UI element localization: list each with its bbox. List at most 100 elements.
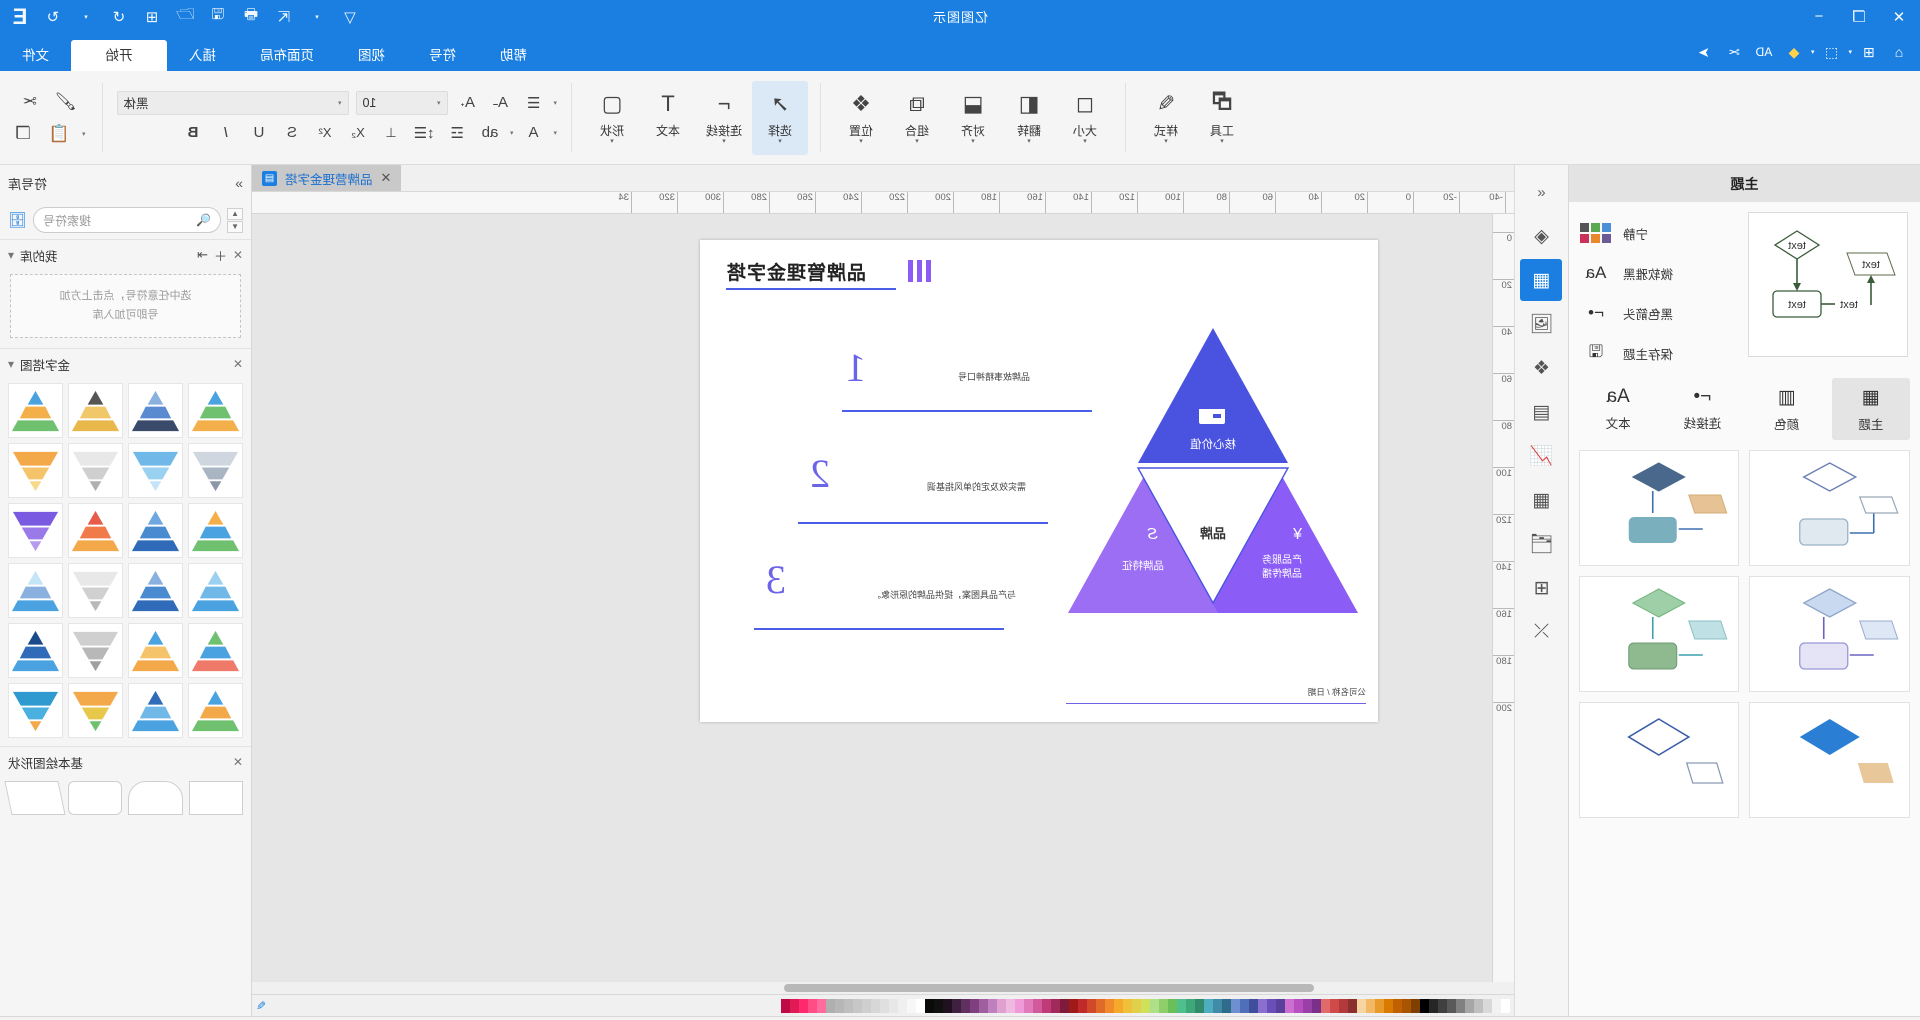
palette-swatch[interactable]	[1195, 998, 1204, 1013]
palette-swatch[interactable]	[925, 998, 934, 1013]
palette-swatch[interactable]	[916, 998, 925, 1013]
diagram-title[interactable]: 品牌管理金字塔	[726, 258, 866, 285]
pyramid-shape-item[interactable]	[8, 443, 63, 498]
palette-swatch[interactable]	[1501, 998, 1510, 1013]
palette-swatch[interactable]	[1105, 998, 1114, 1013]
strikethrough-button[interactable]: S	[279, 121, 305, 145]
canvas[interactable]: 品牌管理金字塔 核心价值 品牌 产品服务 品牌传播 品牌特征 ¥ S 1 品牌故…	[252, 214, 1492, 982]
font-family-input[interactable]: ▾ 黑体	[116, 90, 349, 115]
palette-swatch[interactable]	[826, 998, 835, 1013]
shape-preview-item[interactable]	[1579, 702, 1740, 818]
highlight-icon[interactable]: ab	[477, 121, 503, 145]
tab-start[interactable]: 开始	[71, 40, 167, 71]
theme-color-row[interactable]: 宁静	[1580, 220, 1738, 246]
palette-swatch[interactable]	[1456, 998, 1465, 1013]
palette-swatch[interactable]	[1177, 998, 1186, 1013]
pyramid-shape-item[interactable]	[68, 443, 123, 498]
ribbon-size-button[interactable]: ◻ 大小 ▾	[1057, 81, 1113, 155]
palette-swatch[interactable]	[1222, 998, 1231, 1013]
palette-swatch[interactable]	[1312, 998, 1321, 1013]
palette-swatch[interactable]	[1438, 998, 1447, 1013]
pointer-icon[interactable]: ⬚	[1818, 41, 1844, 63]
plus-icon[interactable]: ＋	[214, 246, 227, 265]
color-palette-strip[interactable]: ✎	[252, 994, 1514, 1016]
palette-swatch[interactable]	[1384, 998, 1393, 1013]
shape-preview-item[interactable]	[1749, 450, 1910, 566]
pyramid-shape-item[interactable]	[8, 623, 63, 678]
image-icon[interactable]: 🖼	[1521, 303, 1563, 345]
close-icon[interactable]: ✕	[233, 755, 243, 769]
pyramid-shape-item[interactable]	[188, 383, 243, 438]
palette-swatch[interactable]	[1015, 998, 1024, 1013]
palette-swatch[interactable]	[1078, 998, 1087, 1013]
basic-shape-item[interactable]	[68, 781, 123, 815]
shape-preview-item[interactable]	[1749, 576, 1910, 692]
left-tab-color[interactable]: ▥ 颜色	[1748, 378, 1826, 440]
palette-swatch[interactable]	[1159, 998, 1168, 1013]
open-icon[interactable]: 🗁	[173, 6, 197, 28]
paste-dropdown-icon[interactable]: ▾	[82, 130, 86, 138]
ribbon-flip-button[interactable]: ◧ 翻转 ▾	[1001, 81, 1057, 155]
cut-icon[interactable]: ✂	[17, 90, 43, 114]
ribbon-text-button[interactable]: T 本文	[640, 81, 696, 155]
tab-insert[interactable]: 插入	[167, 40, 238, 71]
scroll-up-icon[interactable]: ▲	[227, 207, 243, 220]
shape-preview-item[interactable]	[1579, 450, 1740, 566]
subscript-icon[interactable]: X₂	[345, 121, 371, 145]
basic-shape-item[interactable]	[4, 781, 66, 815]
pyramid-shape-item[interactable]	[68, 383, 123, 438]
chevron-down-icon[interactable]: ▾	[971, 138, 975, 145]
palette-swatch[interactable]	[1492, 998, 1501, 1013]
close-icon[interactable]: ✕	[233, 248, 243, 262]
left-tab-connector[interactable]: ⌐• 连接线	[1663, 378, 1741, 440]
increase-font-icon[interactable]: A˖	[455, 91, 481, 115]
pyramid-shape-item[interactable]	[68, 503, 123, 558]
palette-swatch[interactable]	[1186, 998, 1195, 1013]
palette-swatch[interactable]	[1465, 998, 1474, 1013]
pyramid-shape-item[interactable]	[8, 563, 63, 618]
scissors-icon[interactable]: ✂	[1721, 41, 1747, 63]
ribbon-style-button[interactable]: ✎ 样式 ▾	[1138, 81, 1194, 155]
palette-swatch[interactable]	[1447, 998, 1456, 1013]
align-dropdown-icon[interactable]: ▾	[554, 99, 558, 107]
close-icon[interactable]: ✕	[381, 170, 392, 186]
my-library-dropzone[interactable]: 选中任意符号，点击上方加 号即可加入库	[10, 274, 241, 338]
palette-swatch[interactable]	[1402, 998, 1411, 1013]
export-icon[interactable]: ⇱	[272, 6, 296, 28]
pyramid-shape-item[interactable]	[128, 503, 183, 558]
collapse-chevrons-icon[interactable]: «	[1521, 171, 1563, 213]
annotation-text-3[interactable]: 与产品具图案，提供品牌的原形象。	[872, 588, 1016, 601]
pyramid-shape-item[interactable]	[128, 563, 183, 618]
palette-swatch[interactable]	[781, 998, 790, 1013]
palette-swatch[interactable]	[1339, 998, 1348, 1013]
theme-grid-icon[interactable]: ▦	[1520, 259, 1563, 301]
shuffle-icon[interactable]: ⤬	[1521, 611, 1563, 653]
redo-dropdown-icon[interactable]: ▾	[305, 6, 329, 28]
left-tab-theme[interactable]: ▦ 主题	[1831, 378, 1910, 440]
color-picker-icon[interactable]: ✎	[256, 999, 266, 1013]
new-icon[interactable]: ⊞	[140, 6, 164, 28]
theme-save-row[interactable]: 保存主题 🖫	[1581, 340, 1738, 366]
tab-symbols[interactable]: 符号	[407, 40, 478, 71]
chevron-down-icon[interactable]: ▾	[1027, 138, 1031, 145]
palette-swatch[interactable]	[1249, 998, 1258, 1013]
format-painter-icon[interactable]: 🖌	[53, 90, 79, 114]
palette-swatch[interactable]	[1042, 998, 1051, 1013]
save-icon[interactable]: 🖫	[206, 6, 230, 28]
align-icon[interactable]: ☰	[521, 91, 547, 115]
chevron-down-icon[interactable]: ▾	[338, 99, 342, 107]
ribbon-position-button[interactable]: ❖ 位置 ▾	[833, 81, 889, 155]
restore-icon[interactable]: ❐	[1848, 6, 1870, 28]
palette-swatch[interactable]	[1420, 998, 1429, 1013]
redo-icon[interactable]: ↻	[41, 6, 65, 28]
pyramid-shape-item[interactable]	[128, 383, 183, 438]
palette-swatch[interactable]	[1411, 998, 1420, 1013]
palette-swatch[interactable]	[862, 998, 871, 1013]
pyramid-shape-item[interactable]	[188, 503, 243, 558]
palette-swatch[interactable]	[844, 998, 853, 1013]
chevron-down-icon[interactable]: ▾	[8, 248, 14, 262]
chevron-down-icon[interactable]: ▾	[1164, 138, 1168, 145]
table-icon[interactable]: ▦	[1521, 479, 1563, 521]
palette-swatch[interactable]	[1240, 998, 1249, 1013]
chevron-down-icon[interactable]: ▾	[610, 138, 614, 145]
